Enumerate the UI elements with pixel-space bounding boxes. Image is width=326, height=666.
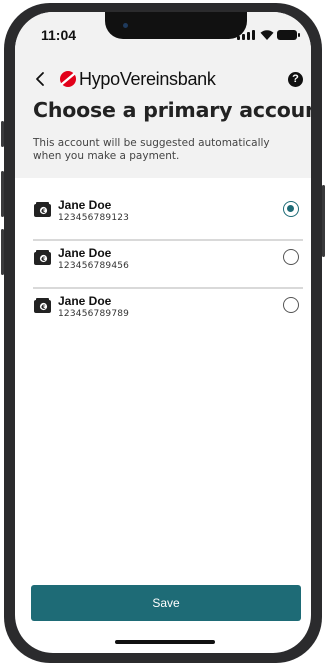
brand-name: HypoVereinsbank (79, 69, 216, 89)
account-number: 123456789789 (58, 309, 130, 319)
signal-icon (237, 30, 255, 40)
help-icon[interactable]: ? (288, 72, 303, 87)
account-radio-selected[interactable] (283, 201, 299, 217)
wifi-icon (260, 30, 274, 40)
top-nav: HypoVereinsbank ? (15, 66, 311, 94)
account-radio[interactable] (283, 249, 299, 265)
brand-logo-icon (60, 71, 76, 87)
header-area: 11:04 HypoVereinsbank ? Choose a primary… (15, 12, 311, 178)
page-title: Choose a primary account (33, 98, 311, 122)
account-number: 123456789123 (58, 213, 130, 223)
account-item[interactable]: € Jane Doe 123456789123 (33, 193, 303, 241)
status-time: 11:04 (41, 27, 77, 43)
account-number: 123456789456 (58, 261, 130, 271)
account-radio[interactable] (283, 297, 299, 313)
account-name: Jane Doe (58, 246, 112, 260)
svg-text:€: € (40, 256, 45, 263)
account-name: Jane Doe (58, 198, 112, 212)
volume-up-button (1, 171, 4, 217)
account-name: Jane Doe (58, 294, 112, 308)
app-screen: 11:04 HypoVereinsbank ? Choose a primary… (15, 12, 311, 653)
battery-icon (277, 30, 300, 40)
wallet-icon: € (34, 250, 51, 265)
notch (105, 12, 247, 39)
svg-text:€: € (40, 304, 45, 311)
back-arrow-icon[interactable] (33, 70, 47, 88)
power-button (322, 185, 325, 257)
wallet-icon: € (34, 298, 51, 313)
status-bar: 11:04 (15, 12, 311, 56)
volume-down-button (1, 229, 4, 275)
home-indicator[interactable] (115, 640, 215, 644)
save-button[interactable]: Save (31, 585, 301, 621)
mute-switch (1, 121, 4, 147)
camera-icon (123, 23, 128, 28)
page-subtitle: This account will be suggested automatic… (33, 137, 270, 162)
account-item[interactable]: € Jane Doe 123456789789 (33, 289, 303, 337)
svg-text:€: € (40, 208, 45, 215)
account-list: € Jane Doe 123456789123 € Jane Doe 12345… (33, 193, 303, 337)
phone-frame: 11:04 HypoVereinsbank ? Choose a primary… (1, 3, 325, 663)
wallet-icon: € (34, 202, 51, 217)
account-item[interactable]: € Jane Doe 123456789456 (33, 241, 303, 289)
